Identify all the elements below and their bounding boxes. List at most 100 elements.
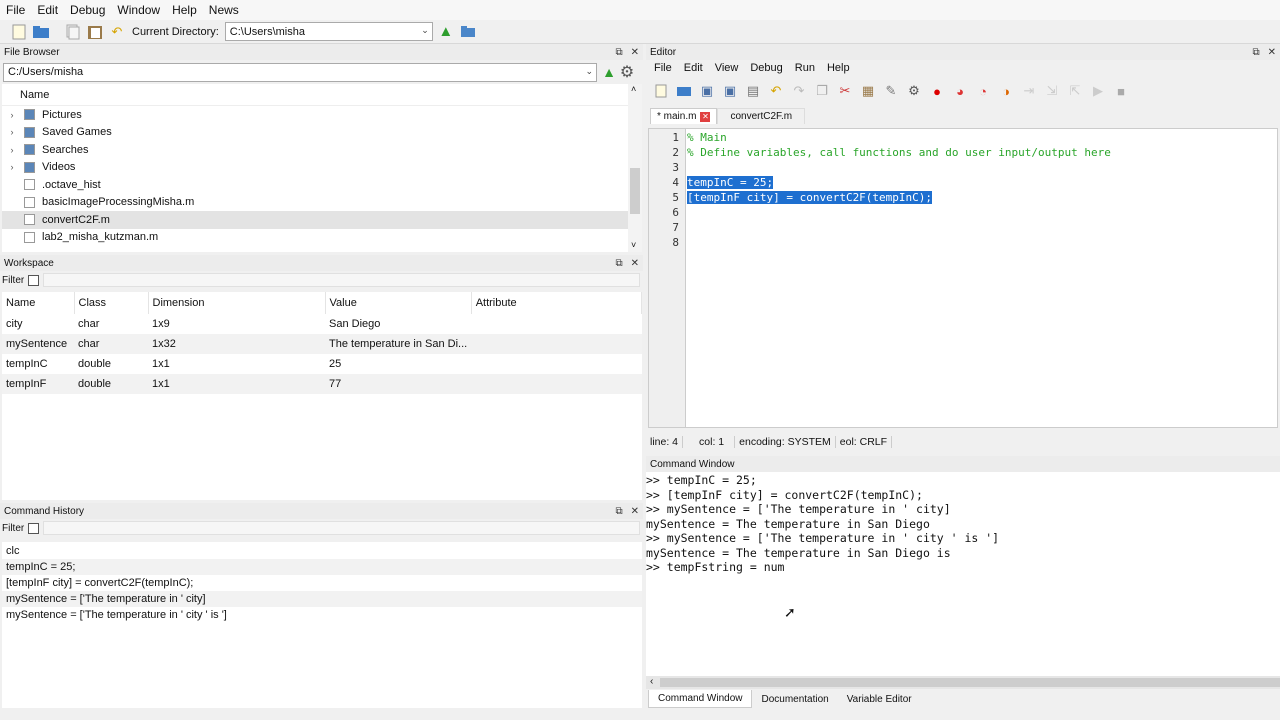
file-list-item[interactable]: › Videos (2, 159, 642, 177)
col-value[interactable]: Value (325, 292, 472, 314)
code-line[interactable]: % Main (687, 130, 1277, 145)
menu-file[interactable]: File (0, 3, 31, 17)
file-list-item[interactable]: convertC2F.m (2, 211, 642, 229)
scroll-left-icon[interactable]: ‹ (650, 676, 653, 687)
tab-main-m[interactable]: * main.m ✕ (650, 108, 718, 124)
current-dir-combo[interactable]: C:\Users\misha ⌄ (224, 22, 433, 41)
code-line[interactable] (687, 160, 1277, 175)
code-line[interactable]: % Define variables, call functions and d… (687, 145, 1277, 160)
chevron-right-icon[interactable]: › (2, 162, 22, 172)
code-line[interactable]: tempInC = 25; (687, 175, 1277, 190)
tab-command-window[interactable]: Command Window (648, 690, 753, 708)
menu-news[interactable]: News (203, 3, 245, 17)
col-attribute[interactable]: Attribute (471, 292, 643, 314)
menu-help[interactable]: Help (166, 3, 203, 17)
previous-breakpoint-icon[interactable]: ◔ (974, 82, 992, 100)
close-icon[interactable]: ✕ (631, 506, 639, 517)
redo-icon[interactable]: ↷ (790, 82, 808, 100)
settings-icon[interactable]: ⚙ (905, 82, 923, 100)
save-icon[interactable]: ▣ (698, 82, 716, 100)
history-filter-input[interactable] (43, 521, 640, 535)
tab-variable-editor[interactable]: Variable Editor (838, 690, 921, 708)
editor-menu-debug[interactable]: Debug (744, 62, 788, 74)
code-line[interactable]: [tempInF city] = convertC2F(tempInC); (687, 190, 1277, 205)
table-row[interactable]: city char 1x9 San Diego (2, 314, 642, 334)
editor-menu-run[interactable]: Run (789, 62, 821, 74)
browse-folder-icon[interactable] (459, 23, 477, 41)
file-list-item[interactable]: › Pictures (2, 106, 642, 124)
chevron-right-icon[interactable]: › (2, 145, 22, 155)
tab-documentation[interactable]: Documentation (752, 690, 837, 708)
cut-icon[interactable]: ✂ (836, 82, 854, 100)
history-filter-checkbox[interactable] (28, 522, 40, 534)
quit-debug-icon[interactable]: ■ (1112, 82, 1130, 100)
history-item[interactable]: mySentence = ['The temperature in ' city… (2, 591, 642, 607)
file-list-item[interactable]: › Saved Games (2, 124, 642, 142)
console-hscrollbar[interactable]: ‹ (646, 676, 1280, 689)
table-row[interactable]: tempInC double 1x1 25 (2, 354, 642, 374)
file-list-item[interactable]: › Searches (2, 141, 642, 159)
close-icon[interactable]: ✕ (631, 258, 639, 269)
close-tab-icon[interactable]: ✕ (700, 111, 711, 122)
find-icon[interactable]: ✎ (882, 82, 900, 100)
undo-icon[interactable]: ↶ (108, 23, 126, 41)
undock-icon[interactable]: ⧉ (1252, 47, 1259, 58)
undock-icon[interactable]: ⧉ (615, 258, 622, 269)
menu-debug[interactable]: Debug (64, 3, 111, 17)
code-line[interactable] (687, 235, 1277, 250)
history-item[interactable]: [tempInF city] = convertC2F(tempInC); (2, 575, 642, 591)
history-item[interactable]: mySentence = ['The temperature in ' city… (2, 607, 642, 623)
continue-icon[interactable]: ▶ (1089, 82, 1107, 100)
new-file-icon[interactable] (10, 23, 28, 41)
menu-edit[interactable]: Edit (31, 3, 64, 17)
next-breakpoint-icon[interactable]: ◕ (951, 82, 969, 100)
name-column-header[interactable]: Name (20, 89, 49, 101)
editor-menu-help[interactable]: Help (821, 62, 856, 74)
table-row[interactable]: tempInF double 1x1 77 (2, 374, 642, 394)
chevron-right-icon[interactable]: › (2, 110, 22, 120)
code-line[interactable] (687, 205, 1277, 220)
code-line[interactable] (687, 220, 1277, 235)
code-editor[interactable]: 1 2 3 4 5 6 7 8 % Main % Define variables, call … (648, 128, 1278, 428)
copy-icon[interactable] (64, 23, 82, 41)
open-folder-icon[interactable] (675, 82, 693, 100)
parent-directory-icon[interactable]: ▲ (600, 63, 618, 81)
undock-icon[interactable]: ⧉ (615, 47, 622, 58)
history-item[interactable]: clc (2, 543, 642, 559)
code-area[interactable]: % Main % Define variables, call functions… (687, 130, 1277, 250)
parent-directory-icon[interactable]: ▲ (437, 23, 455, 41)
remove-breakpoints-icon[interactable]: ◑ (997, 82, 1015, 100)
step-out-icon[interactable]: ⇱ (1066, 82, 1084, 100)
open-folder-icon[interactable] (32, 23, 50, 41)
menu-window[interactable]: Window (111, 3, 166, 17)
workspace-filter-checkbox[interactable] (28, 274, 40, 286)
step-over-icon[interactable]: ⇥ (1020, 82, 1038, 100)
command-window-console[interactable]: >> tempInC = 25; >> [tempInF city] = conv… (646, 472, 1280, 689)
copy-icon[interactable]: ❐ (813, 82, 831, 100)
close-icon[interactable]: ✕ (1268, 47, 1276, 58)
toggle-breakpoint-icon[interactable]: ● (928, 82, 946, 100)
file-browser-path-combo[interactable]: C:/Users/misha ⌄ (3, 62, 597, 82)
gear-icon[interactable]: ⚙ (618, 63, 636, 81)
new-file-icon[interactable] (652, 82, 670, 100)
col-name[interactable]: Name (2, 292, 75, 314)
close-icon[interactable]: ✕ (631, 47, 639, 58)
paste-icon[interactable]: ▦ (859, 82, 877, 100)
save-as-icon[interactable]: ▣ (721, 82, 739, 100)
undock-icon[interactable]: ⧉ (615, 506, 622, 517)
editor-menu-file[interactable]: File (648, 62, 678, 74)
editor-menu-view[interactable]: View (709, 62, 745, 74)
step-in-icon[interactable]: ⇲ (1043, 82, 1061, 100)
history-item[interactable]: tempInC = 25; (2, 559, 642, 575)
file-list-scrollbar[interactable]: ˄ ˅ (628, 84, 642, 252)
col-dimension[interactable]: Dimension (148, 292, 326, 314)
paste-icon[interactable] (86, 23, 104, 41)
chevron-right-icon[interactable]: › (2, 127, 22, 137)
undo-icon[interactable]: ↶ (767, 82, 785, 100)
file-list-item[interactable]: .octave_hist (2, 176, 642, 194)
tab-convertc2f-m[interactable]: convertC2F.m (717, 108, 806, 124)
print-icon[interactable]: ▤ (744, 82, 762, 100)
table-row[interactable]: mySentence char 1x32 The temperature in San… (2, 334, 642, 354)
file-list-item[interactable]: basicImageProcessingMisha.m (2, 194, 642, 212)
workspace-filter-input[interactable] (43, 273, 640, 287)
